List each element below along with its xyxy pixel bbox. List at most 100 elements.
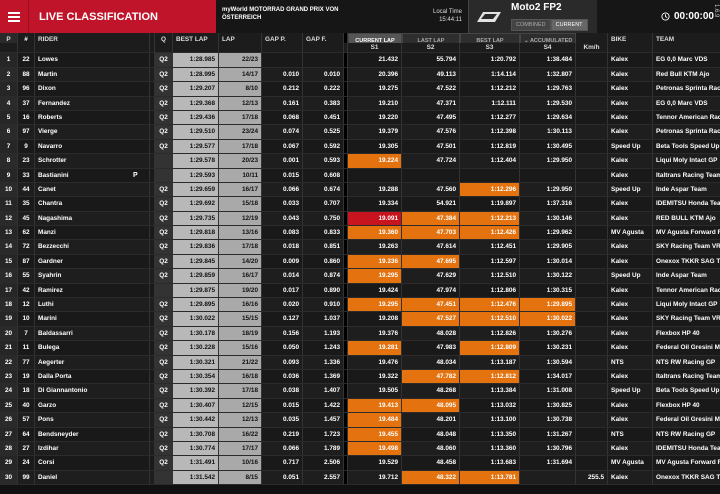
gap-p-cell: 0.219 <box>262 427 303 441</box>
s4-cell: 1:30.825 <box>520 398 576 413</box>
s3-cell: 1:13.781 <box>460 470 520 485</box>
s4-cell: 1:29.905 <box>520 240 576 254</box>
team-cell: Inde Aspar Team <box>656 272 707 280</box>
s3-cell: 1:12.277 <box>460 110 520 125</box>
lap-cell: 10/16 <box>219 456 262 470</box>
table-row[interactable]: 14 72 Bezzecchi Q2 1:29.836 17/18 0.018 0.851 19… <box>0 240 720 255</box>
table-row[interactable]: 12 45 Nagashima Q2 1:29.735 12/19 0.043 0.750 19… <box>0 211 720 227</box>
table-row[interactable]: 28 27 Izdihar Q2 1:30.774 17/17 0.066 1.789 19.4… <box>0 441 720 457</box>
s1-cell: 19.360 <box>348 226 402 240</box>
gap-f-cell: 1.037 <box>303 312 344 326</box>
best-lap-cell: 1:29.436 <box>173 110 219 125</box>
table-row[interactable]: 25 40 Garzo Q2 1:30.407 12/15 0.015 1.422 19.413… <box>0 398 720 414</box>
table-row[interactable]: 30 99 Daniel 1:31.542 8/15 0.051 2.557 19.712 48… <box>0 470 720 486</box>
position-cell: 27 <box>0 427 18 441</box>
s2-cell: 47.522 <box>402 82 460 96</box>
gap-p-cell: 0.067 <box>262 139 303 154</box>
table-row[interactable]: 26 57 Pons Q2 1:30.442 12/13 0.035 1.457 19.484 4… <box>0 413 720 428</box>
number-cell: 24 <box>18 456 35 470</box>
s3-cell: 1:13.350 <box>460 427 520 441</box>
best-lap-cell: 1:30.178 <box>173 326 219 341</box>
table-row[interactable]: 11 35 Chantra Q2 1:29.692 15/18 0.033 0.707 19.3… <box>0 197 720 212</box>
current-button[interactable]: CURRENT <box>550 19 588 31</box>
table-row[interactable]: 2 88 Martin Q2 1:28.995 14/17 0.010 0.010 20.396… <box>0 67 720 83</box>
table-row[interactable]: 9 33 Bastianini P 1:29.593 10/11 0.015 0.608 Kal… <box>0 168 720 183</box>
kmh-cell <box>576 298 608 312</box>
event-name-line1: myWorld MOTORRAD GRAND PRIX VON <box>222 7 339 13</box>
s2-cell: 47.703 <box>402 226 460 240</box>
bike-cell: Kalex <box>608 312 653 326</box>
table-row[interactable]: 4 37 Fernandez Q2 1:29.368 12/13 0.161 0.383 19.… <box>0 96 720 111</box>
position-cell: 6 <box>0 125 18 139</box>
s3-cell: 1:12.398 <box>460 125 520 139</box>
menu-button[interactable] <box>0 0 28 33</box>
s2-cell: 48.034 <box>402 355 460 369</box>
lap-cell: 20/23 <box>219 154 262 168</box>
q-cell: Q2 <box>155 441 173 456</box>
table-row[interactable]: 24 18 Di Giannantonio Q2 1:30.392 17/18 0.038 1… <box>0 384 720 399</box>
table-row[interactable]: 8 23 Schrotter 1:29.578 20/23 0.001 0.593 19.22… <box>0 154 720 169</box>
team-cell: Beta Tools Speed Up <box>656 387 720 395</box>
rider-name: Baldassarri <box>35 326 150 341</box>
rider-name: Daniel <box>35 470 150 485</box>
position-cell: 3 <box>0 82 18 96</box>
best-lap-cell: 1:29.845 <box>173 254 219 269</box>
table-row[interactable]: 13 62 Manzi Q2 1:29.818 13/16 0.083 0.833 19.360… <box>0 226 720 241</box>
gap-f-cell: 0.525 <box>303 125 344 139</box>
gap-f-cell <box>303 53 344 67</box>
clock-icon <box>661 12 670 21</box>
best-lap-cell: 1:29.875 <box>173 283 219 298</box>
table-row[interactable]: 6 97 Vierge Q2 1:29.510 23/24 0.074 0.525 19.379… <box>0 125 720 140</box>
kmh-cell <box>576 96 608 110</box>
best-lap-cell: 1:31.542 <box>173 470 219 485</box>
table-row[interactable]: 1 22 Lowes Q2 1:28.985 22/23 21.432 55.794 1:20.… <box>0 53 720 68</box>
sector-header: S1 S2 S3 S4 Km/h <box>0 43 720 54</box>
kmh-cell <box>576 110 608 125</box>
s2-cell: 48.060 <box>402 441 460 456</box>
s3-cell: 1:12.213 <box>460 211 520 226</box>
gap-p-cell: 0.074 <box>262 125 303 139</box>
table-row[interactable]: 22 77 Aegerter Q2 1:30.321 21/22 0.093 1.336 19.… <box>0 355 720 370</box>
table-row[interactable]: 7 9 Navarro Q2 1:29.577 17/18 0.067 0.592 19.305… <box>0 139 720 155</box>
bike-cell: Speed Up <box>608 269 653 283</box>
table-row[interactable]: 21 11 Bulega Q2 1:30.228 15/16 0.050 1.243 19.28… <box>0 341 720 356</box>
team-cell: Onexox TKKR SAG Team <box>656 257 720 265</box>
kmh-cell <box>576 125 608 139</box>
table-row[interactable]: 27 64 Bendsneyder Q2 1:30.708 16/22 0.219 1.723… <box>0 427 720 442</box>
gap-p-cell: 0.018 <box>262 240 303 254</box>
table-row[interactable]: 23 19 Dalla Porta Q2 1:30.354 16/18 0.036 1.369… <box>0 369 720 385</box>
s3-cell: 1:12.597 <box>460 254 520 269</box>
combined-button[interactable]: COMBINED <box>511 19 551 31</box>
position-cell: 21 <box>0 341 18 355</box>
table-row[interactable]: 10 44 Canet Q2 1:29.659 16/17 0.066 0.674 19.288… <box>0 182 720 198</box>
table-row[interactable]: 20 7 Baldassarri Q2 1:30.178 18/19 0.156 1.193 1… <box>0 326 720 342</box>
table-row[interactable]: 19 10 Marini Q2 1:30.022 15/15 0.127 1.037 19.20… <box>0 312 720 327</box>
lap-cell: 12/15 <box>219 398 262 413</box>
table-row[interactable]: 15 87 Gardner Q2 1:29.845 14/20 0.009 0.860 19.3… <box>0 254 720 270</box>
team-cell: Flexbox HP 40 <box>656 329 700 337</box>
s4-cell: 1:29.530 <box>520 96 576 110</box>
lap-cell: 12/19 <box>219 211 262 226</box>
table-row[interactable]: 3 96 Dixon Q2 1:29.207 8/10 0.212 0.222 19.275 47… <box>0 82 720 97</box>
best-lap-cell: 1:30.392 <box>173 384 219 398</box>
position-cell: 5 <box>0 110 18 125</box>
table-row[interactable]: 18 12 Luthi Q2 1:29.895 16/16 0.020 0.910 19.295… <box>0 298 720 313</box>
s1-cell: 19.224 <box>348 154 402 168</box>
session-name: Moto2 FP2 <box>511 2 562 13</box>
table-row[interactable]: 16 55 Syahrin Q2 1:29.859 16/17 0.014 0.874 19.2… <box>0 269 720 284</box>
bike-cell: Kalex <box>608 441 653 456</box>
kmh-cell <box>576 384 608 398</box>
best-lap-cell: 1:29.577 <box>173 139 219 154</box>
rider-name: Di Giannantonio <box>35 384 150 398</box>
lap-cell: 16/18 <box>219 369 262 384</box>
table-row[interactable]: 17 42 Ramirez 1:29.875 19/20 0.017 0.890 19.424… <box>0 283 720 299</box>
team-cell: MV Agusta Forward Racing <box>656 229 720 237</box>
s1-cell: 19.322 <box>348 369 402 384</box>
q-cell: Q2 <box>155 197 173 211</box>
position-cell: 10 <box>0 182 18 197</box>
table-row[interactable]: 29 24 Corsi Q2 1:31.491 10/16 0.717 2.506 19.529… <box>0 456 720 471</box>
table-row[interactable]: 5 16 Roberts Q2 1:29.436 17/18 0.068 0.451 19.22… <box>0 110 720 126</box>
gap-f-cell: 0.222 <box>303 82 344 96</box>
bike-cell: MV Agusta <box>608 456 653 470</box>
rider-name: Bendsneyder <box>35 427 150 441</box>
